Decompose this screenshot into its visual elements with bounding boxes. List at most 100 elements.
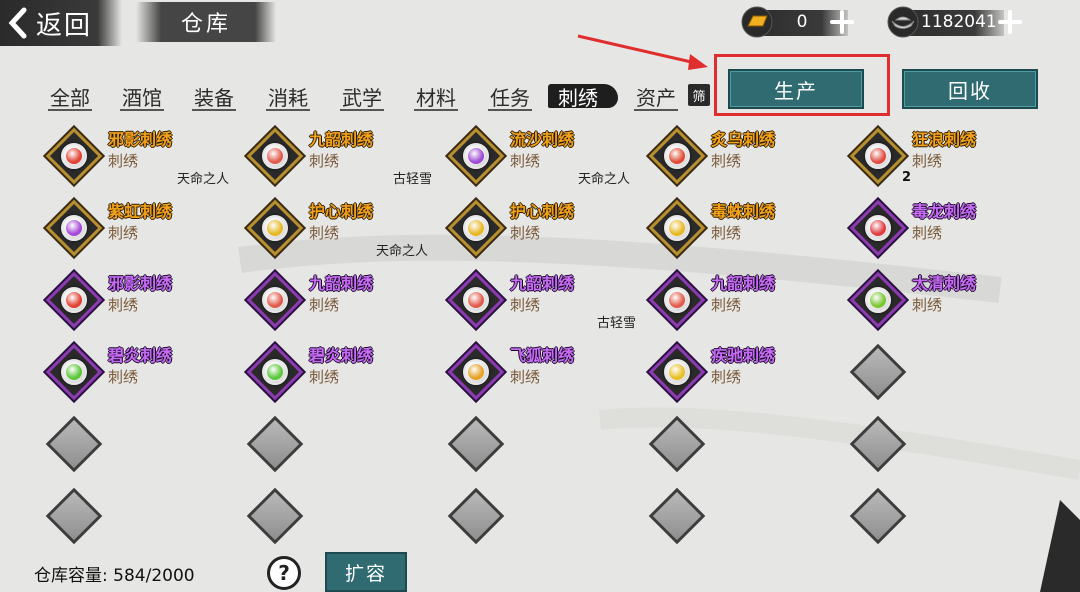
embroidery-icon bbox=[44, 342, 104, 402]
item-name: 九韶刺绣 bbox=[309, 274, 374, 293]
embroidery-icon bbox=[44, 198, 104, 258]
item-type: 刺绣 bbox=[108, 152, 139, 170]
tab-category-label: 武学 bbox=[342, 85, 382, 110]
tab-category-label: 刺绣 bbox=[558, 85, 598, 110]
item-name: 太清刺绣 bbox=[912, 274, 977, 293]
tab-category-5[interactable]: 材料 bbox=[410, 80, 462, 112]
silver-currency: 1182041 bbox=[884, 5, 1024, 39]
inventory-item[interactable]: 邪影刺绣 刺绣 bbox=[40, 268, 230, 330]
inventory-item[interactable]: 飞狐刺绣 刺绣 bbox=[442, 340, 632, 402]
filter-button[interactable]: 筛 bbox=[688, 84, 710, 106]
item-name: 紫虹刺绣 bbox=[108, 202, 173, 221]
tab-category-label: 任务 bbox=[490, 85, 530, 110]
inventory-item[interactable]: 九韶刺绣刺绣古轻雪 bbox=[597, 268, 833, 331]
back-button[interactable]: 返回 bbox=[0, 0, 122, 46]
item-type: 刺绣 bbox=[309, 368, 340, 386]
tab-category-7[interactable]: 刺绣 bbox=[548, 80, 618, 112]
item-name: 毒蛛刺绣 bbox=[711, 202, 776, 221]
chevron-left-icon bbox=[0, 0, 34, 46]
silver-ingot-icon bbox=[884, 5, 921, 39]
item-name: 毒龙刺绣 bbox=[912, 202, 977, 221]
empty-slot[interactable] bbox=[446, 414, 506, 474]
item-type: 刺绣 bbox=[510, 224, 541, 242]
empty-slot[interactable] bbox=[245, 414, 305, 474]
inventory-item[interactable]: 毒龙刺绣 刺绣 bbox=[844, 196, 1034, 258]
empty-slot[interactable] bbox=[44, 486, 104, 546]
tab-category-label: 消耗 bbox=[268, 85, 308, 110]
embroidery-icon bbox=[446, 126, 506, 186]
tab-category-8[interactable]: 资产 bbox=[630, 80, 682, 112]
empty-slot[interactable] bbox=[848, 486, 908, 546]
item-type: 刺绣 bbox=[510, 152, 541, 170]
item-name: 碧炎刺绣 bbox=[309, 346, 374, 365]
tab-category-0[interactable]: 全部 bbox=[44, 80, 96, 112]
inventory-item[interactable]: 碧炎刺绣 刺绣 bbox=[241, 340, 431, 402]
empty-slot[interactable] bbox=[245, 486, 305, 546]
item-name: 护心刺绣 bbox=[510, 202, 575, 221]
embroidery-icon bbox=[848, 198, 908, 258]
empty-slot[interactable] bbox=[44, 414, 104, 474]
item-owner: 古轻雪 bbox=[393, 172, 433, 187]
empty-slot[interactable] bbox=[647, 414, 707, 474]
item-type: 刺绣 bbox=[711, 296, 742, 314]
inventory-item[interactable]: 毒蛛刺绣 刺绣 bbox=[643, 196, 833, 258]
empty-slot[interactable] bbox=[647, 486, 707, 546]
add-silver-button[interactable] bbox=[997, 8, 1024, 36]
item-type: 刺绣 bbox=[309, 224, 340, 242]
produce-button[interactable]: 生产 bbox=[728, 69, 864, 109]
empty-slot[interactable] bbox=[848, 414, 908, 474]
item-owner: 古轻雪 bbox=[597, 316, 637, 331]
item-owner: 天命之人 bbox=[376, 244, 429, 259]
capacity-label: 仓库容量: bbox=[34, 566, 108, 586]
embroidery-icon bbox=[848, 270, 908, 330]
inventory-item[interactable]: 九韶刺绣 刺绣 bbox=[241, 268, 431, 330]
item-type: 刺绣 bbox=[510, 368, 541, 386]
item-name: 九韶刺绣 bbox=[510, 274, 575, 293]
silver-value: 1182041 bbox=[921, 12, 997, 32]
empty-slot[interactable] bbox=[848, 342, 908, 402]
item-name: 碧炎刺绣 bbox=[108, 346, 173, 365]
item-owner: 天命之人 bbox=[578, 172, 631, 187]
help-button[interactable]: ? bbox=[267, 556, 301, 590]
inventory-item[interactable]: 疾驰刺绣 刺绣 bbox=[643, 340, 833, 402]
inventory-item[interactable]: 太清刺绣 刺绣 bbox=[844, 268, 1034, 330]
gold-ingot-icon bbox=[738, 5, 776, 39]
tab-category-4[interactable]: 武学 bbox=[336, 80, 388, 112]
item-type: 刺绣 bbox=[912, 296, 943, 314]
inventory-item[interactable]: 护心刺绣刺绣天命之人 bbox=[376, 196, 632, 259]
embroidery-icon bbox=[245, 126, 305, 186]
item-name: 九韶刺绣 bbox=[711, 274, 776, 293]
back-label: 返回 bbox=[36, 10, 93, 41]
tab-category-2[interactable]: 装备 bbox=[188, 80, 240, 112]
tab-category-3[interactable]: 消耗 bbox=[262, 80, 314, 112]
tab-category-label: 资产 bbox=[636, 85, 676, 110]
capacity-value: 584/2000 bbox=[113, 566, 195, 586]
embroidery-icon bbox=[245, 342, 305, 402]
tab-category-6[interactable]: 任务 bbox=[484, 80, 536, 112]
item-type: 刺绣 bbox=[711, 368, 742, 386]
inventory-item[interactable]: 狂浪刺绣 刺绣 天命之人 2 bbox=[578, 124, 1034, 187]
item-name: 飞狐刺绣 bbox=[510, 346, 575, 365]
item-type: 刺绣 bbox=[711, 224, 742, 242]
tab-category-label: 装备 bbox=[194, 85, 234, 110]
item-name: 邪影刺绣 bbox=[108, 274, 173, 293]
tab-category-label: 材料 bbox=[416, 85, 456, 110]
empty-slot[interactable] bbox=[446, 486, 506, 546]
embroidery-icon bbox=[446, 342, 506, 402]
tab-warehouse[interactable]: 仓库 bbox=[136, 2, 276, 42]
item-type: 刺绣 bbox=[510, 296, 541, 314]
expand-button[interactable]: 扩容 bbox=[325, 552, 407, 592]
inventory-item[interactable]: 炙乌刺绣 刺绣 古轻雪 bbox=[393, 124, 833, 187]
item-type: 刺绣 bbox=[309, 296, 340, 314]
tab-category-label: 全部 bbox=[50, 85, 90, 110]
add-gold-button[interactable] bbox=[828, 8, 856, 36]
embroidery-icon bbox=[446, 270, 506, 330]
tab-category-1[interactable]: 酒馆 bbox=[116, 80, 168, 112]
item-name: 护心刺绣 bbox=[309, 202, 374, 221]
inventory-item[interactable]: 碧炎刺绣 刺绣 bbox=[40, 340, 230, 402]
inventory-item[interactable]: 紫虹刺绣 刺绣 bbox=[40, 196, 230, 258]
recycle-button[interactable]: 回收 bbox=[902, 69, 1038, 109]
embroidery-icon bbox=[446, 198, 506, 258]
item-owner: 天命之人 bbox=[177, 172, 230, 187]
embroidery-icon bbox=[647, 342, 707, 402]
